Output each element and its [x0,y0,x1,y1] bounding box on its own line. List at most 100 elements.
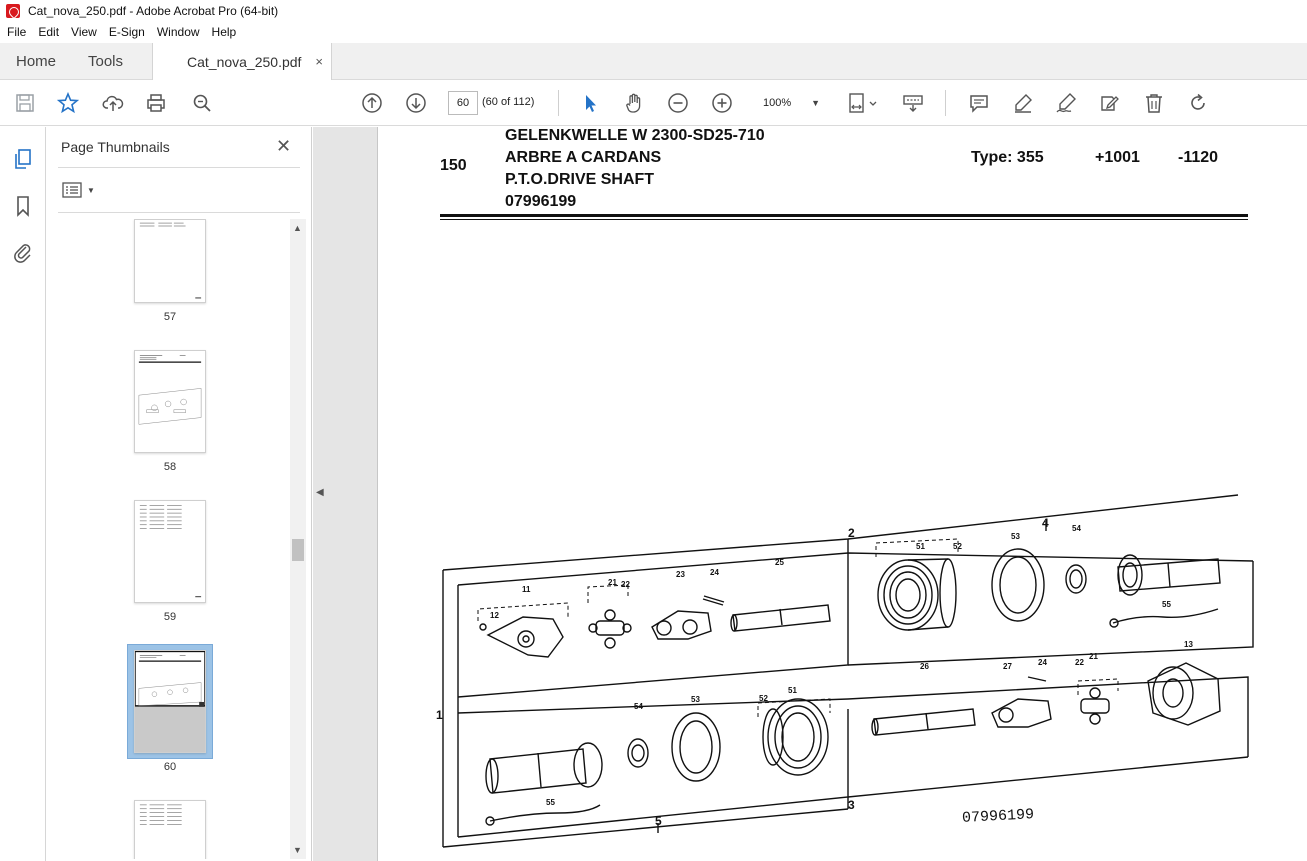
page-down-icon[interactable] [403,90,429,116]
page-number-input[interactable]: 60 [448,91,478,115]
hand-icon[interactable] [621,90,647,116]
svg-text:51: 51 [916,542,925,551]
thumbnail-list: 57 58 59 60 [46,219,290,859]
part-number: 07996199 [505,193,577,210]
thumbnail-label: 58 [163,461,177,473]
thumbnail-label: 60 [163,761,177,773]
svg-text:53: 53 [691,695,700,704]
print-icon[interactable] [143,90,169,116]
tab-document-label: Cat_nova_250.pdf [187,54,302,70]
svg-text:23: 23 [676,570,685,579]
title-german: GELENKWELLE W 2300-SD25-710 [505,127,765,144]
svg-text:11: 11 [522,585,531,594]
svg-text:12: 12 [490,611,499,620]
menu-edit[interactable]: Edit [32,25,65,39]
tab-home[interactable]: Home [0,43,70,80]
svg-text:52: 52 [953,542,962,551]
bookmark-icon[interactable] [11,194,35,218]
svg-text:27: 27 [1003,662,1012,671]
menu-file[interactable]: File [0,25,32,39]
page-count: (60 of 112) [482,96,535,108]
title-english: P.T.O.DRIVE SHAFT [505,171,655,188]
tab-bar: Home Tools Cat_nova_250.pdf × [0,43,1307,81]
comment-icon[interactable] [966,90,992,116]
toolbar [0,80,1307,126]
keyboard-icon[interactable] [900,90,926,116]
tab-tools[interactable]: Tools [70,43,152,80]
page-up-icon[interactable] [359,90,385,116]
zoom-dropdown[interactable]: 100% ▼ [756,91,826,115]
svg-text:24: 24 [710,568,719,577]
pdf-page: 150 GELENKWELLE W 2300-SD25-710 ARBRE A … [377,127,1307,861]
svg-text:21: 21 [1089,652,1098,661]
upload-icon[interactable] [100,90,126,116]
save-icon[interactable] [12,90,38,116]
chevron-down-icon: ▼ [87,185,95,195]
svg-text:54: 54 [634,702,643,711]
thumbnails-panel: Page Thumbnails ✕ ▼ 57 58 59 60 ▲ ▼ [46,127,312,861]
attachment-icon[interactable] [11,240,35,264]
highlight-icon[interactable] [1010,90,1036,116]
acrobat-logo-icon [6,4,20,18]
panel-title: Page Thumbnails [61,139,170,155]
svg-text:26: 26 [920,662,929,671]
star-icon[interactable] [55,90,81,116]
thumbnail-scrollbar[interactable]: ▲ ▼ [290,219,306,859]
thumbnail-page-selected[interactable] [134,650,206,753]
fit-page-icon[interactable] [845,90,881,116]
title-bar: Cat_nova_250.pdf - Adobe Acrobat Pro (64… [0,0,1307,22]
delete-icon[interactable] [1141,90,1167,116]
thumbnail-label: 59 [163,611,177,623]
svg-text:5: 5 [655,814,662,828]
zoom-in-icon[interactable] [709,90,735,116]
zoom-out-icon[interactable] [665,90,691,116]
thumbnail-page[interactable] [134,500,206,603]
range-to: -1120 [1178,149,1219,166]
scroll-up-icon[interactable]: ▲ [293,223,302,233]
thumbnail-page[interactable] [134,350,206,453]
svg-text:55: 55 [546,798,555,807]
select-arrow-icon[interactable] [577,90,603,116]
svg-text:2: 2 [848,526,855,540]
svg-text:4: 4 [1042,516,1049,530]
rotate-icon[interactable] [1185,90,1211,116]
menu-help[interactable]: Help [206,25,243,39]
close-tab-icon[interactable]: × [315,54,323,69]
zoom-value: 100% [763,97,792,109]
tab-document[interactable]: Cat_nova_250.pdf × [152,43,332,81]
document-viewport: ◀ 150 GELENKWELLE W 2300-SD25-710 ARBRE … [313,127,1307,861]
close-panel-icon[interactable]: ✕ [276,136,291,157]
svg-text:3: 3 [848,798,855,812]
list-options-icon [62,182,82,198]
svg-text:51: 51 [788,686,797,695]
exploded-parts-drawing: 11 12 21 22 23 24 25 51 52 53 54 55 13 2… [436,494,1254,848]
menu-window[interactable]: Window [151,25,206,39]
menu-view[interactable]: View [65,25,103,39]
svg-text:21: 21 [608,578,617,587]
collapse-panel-icon[interactable]: ◀ [316,487,324,498]
range-from: +1001 [1095,149,1140,166]
svg-text:55: 55 [1162,600,1171,609]
svg-text:22: 22 [1075,658,1084,667]
chevron-down-icon: ▼ [811,98,820,108]
zoom-search-icon[interactable] [189,90,215,116]
svg-text:54: 54 [1072,524,1081,533]
thumbnail-page[interactable] [134,219,206,303]
thumbnail-label: 57 [163,311,177,323]
drawing-reference: 07996199 [962,806,1035,827]
thumbnail-page[interactable] [134,800,206,859]
redact-icon[interactable] [1097,90,1123,116]
svg-text:13: 13 [1184,640,1193,649]
page-thumbnails-icon[interactable] [11,147,35,171]
sign-icon[interactable] [1053,90,1079,116]
thumbnail-options-button[interactable]: ▼ [62,180,98,200]
svg-text:52: 52 [759,694,768,703]
scroll-down-icon[interactable]: ▼ [293,845,302,855]
svg-text:53: 53 [1011,532,1020,541]
menu-esign[interactable]: E-Sign [103,25,151,39]
scrollbar-thumb[interactable] [292,539,304,561]
svg-text:25: 25 [775,558,784,567]
svg-text:24: 24 [1038,658,1047,667]
type-label: Type: 355 [971,149,1044,166]
menu-bar: File Edit View E-Sign Window Help [0,22,1307,42]
